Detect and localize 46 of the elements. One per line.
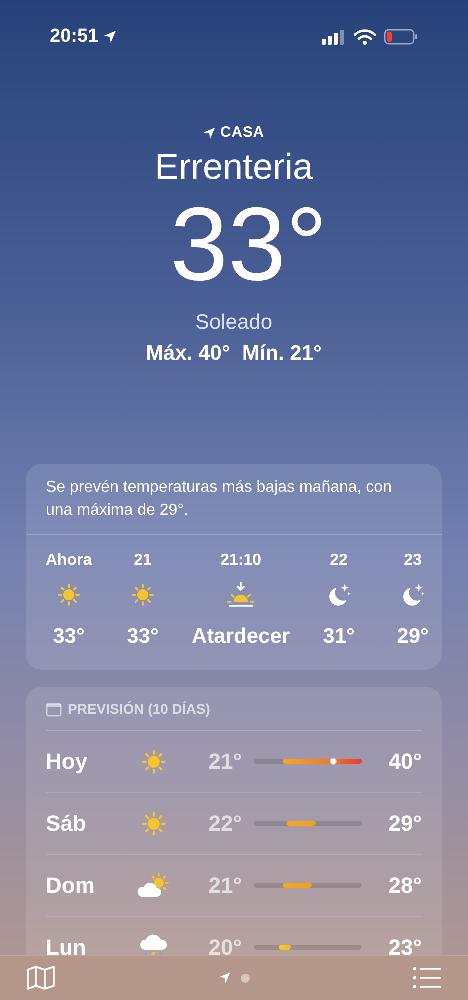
sun-icon [140, 748, 168, 776]
list-icon[interactable] [412, 966, 442, 990]
high-temperature: 29° [388, 810, 422, 838]
day-label: Dom [46, 872, 96, 900]
sun-icon [56, 582, 82, 608]
sun-icon [130, 582, 156, 608]
day-label: Hoy [46, 748, 89, 776]
forecast-summary: Se prevén temperaturas más bajas mañana, con una máxima de 29°. [26, 476, 442, 534]
hour-label: 21 [134, 550, 152, 570]
hour-temperature: 33° [127, 624, 159, 650]
high-temperature: 40° [388, 748, 422, 776]
low-temperature: 22° [208, 810, 242, 838]
low-temperature: 21° [208, 872, 242, 900]
sunset-icon [225, 582, 258, 608]
day-label: Sáb [46, 810, 88, 838]
location-arrow-icon [102, 30, 117, 44]
signal-icon [322, 29, 346, 45]
map-icon[interactable] [26, 965, 56, 991]
hour-label: 22 [330, 550, 348, 570]
cloud-sun-icon [136, 872, 172, 900]
weather-condition: Soleado [195, 310, 273, 336]
city-name: Errenteria [154, 144, 314, 188]
hour-temperature: 31° [323, 624, 355, 650]
hour-temperature: Atardecer [192, 624, 290, 650]
location-arrow-icon [203, 126, 216, 140]
hour-label: 21:10 [220, 550, 262, 570]
hour-label: 23 [404, 550, 422, 570]
high-temperature: 28° [388, 872, 422, 900]
hour-label: Ahora [46, 550, 92, 570]
current-temperature: 33° [169, 188, 328, 300]
location-label: CASA [220, 123, 264, 143]
sun-icon [140, 810, 168, 838]
hour-temperature: 29° [397, 624, 429, 650]
calendar-icon [46, 702, 62, 716]
section-title: PREVISIÓN (10 DÍAS) [68, 700, 210, 719]
wifi-icon [354, 29, 376, 45]
battery-icon [384, 29, 418, 45]
high-temperature: 23° [388, 934, 422, 962]
high-temperature: Máx. 40° [146, 341, 230, 367]
location-page-indicator[interactable] [218, 972, 230, 984]
low-temperature: Mín. 21° [242, 341, 322, 367]
low-temperature: 21° [208, 748, 242, 776]
day-label: Lun [46, 934, 88, 962]
low-temperature: 20° [208, 934, 242, 962]
clock-time: 20:51 [50, 24, 99, 49]
hour-temperature: 33° [53, 624, 85, 650]
